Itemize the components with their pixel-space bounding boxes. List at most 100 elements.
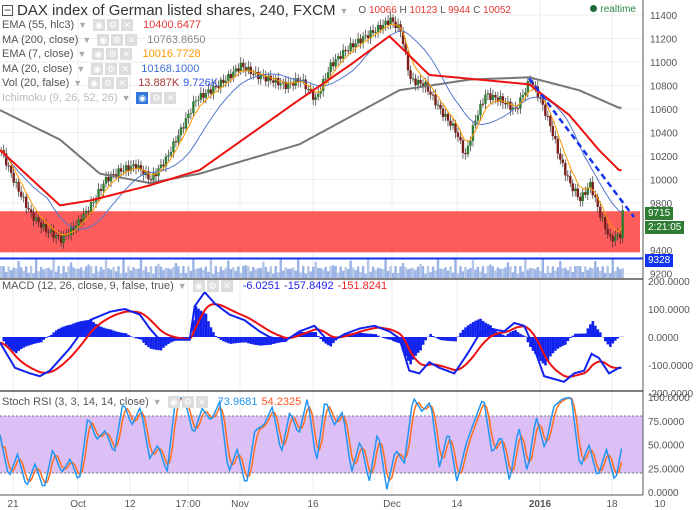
volume-bar [277,272,280,278]
candle-body [189,112,193,114]
close-icon[interactable]: ✕ [119,62,132,75]
macd-histogram-bar [446,337,450,341]
macd-histogram-bar [39,337,43,343]
volume-bar [32,273,35,278]
volume-bar [571,271,574,278]
volume-bar [369,271,372,278]
volume-bar [172,267,175,278]
macd-histogram-bar [264,337,268,346]
volume-bar [249,271,252,278]
candle-body [57,235,60,237]
volume-bar [596,267,599,278]
chevron-down-icon[interactable]: ▼ [78,49,87,59]
candle-body [416,79,420,86]
eye-icon[interactable]: ◉ [167,396,180,408]
volume-bar [466,269,470,278]
candle-body [489,93,492,100]
eye-icon[interactable]: ◉ [192,280,205,292]
close-icon[interactable]: ✕ [120,48,133,60]
volume-bar [42,269,45,278]
macd-histogram-bar [99,326,103,337]
gear-icon[interactable]: ⚙ [150,91,163,104]
gear-icon[interactable]: ⚙ [102,77,115,89]
chevron-down-icon[interactable]: ▼ [82,35,91,45]
volume-bar [344,267,347,278]
volume-bar [69,262,73,278]
volume-bar [242,266,245,278]
gear-icon[interactable]: ⚙ [107,19,120,31]
volume-bar [404,267,407,278]
eye-icon[interactable]: ◉ [88,77,101,89]
close-icon[interactable]: ✕ [195,396,208,408]
gear-icon[interactable]: ⚙ [106,48,119,60]
chevron-down-icon[interactable]: ▼ [153,397,162,407]
macd-histogram-bar [581,333,585,337]
close-icon[interactable]: ✕ [125,33,138,46]
eye-icon[interactable]: ◉ [97,33,110,46]
candle-body [307,89,310,91]
legend-row[interactable]: EMA (55, hlc3) ▼ ◉ ⚙ ✕ 10400.6477 [2,19,201,31]
volume-bar [534,269,537,278]
candle-body [172,141,175,152]
legend-label: Vol (20, false) [2,77,70,89]
legend-row[interactable]: Ichimoku (9, 26, 52, 26) ▼ ◉ ⚙ ✕ [2,91,182,104]
gear-icon[interactable]: ⚙ [181,396,194,408]
candle-body [169,151,173,156]
candle-body [449,120,452,126]
close-icon[interactable]: ✕ [164,91,177,104]
candle-body [97,188,100,199]
gear-icon[interactable]: ⚙ [111,33,124,46]
candle-body [544,104,547,116]
close-icon[interactable]: ✕ [121,19,134,31]
volume-bar [257,268,260,278]
legend-row[interactable]: Vol (20, false) ▼ ◉ ⚙ ✕ 13.887K 9.726K [2,77,218,89]
volume-bar [496,267,500,278]
volume-bar [439,268,442,278]
macd-histogram-bar [454,337,457,342]
volume-bar [104,259,108,278]
candle-body [162,164,165,167]
chevron-down-icon[interactable]: ▼ [122,93,131,103]
volume-bar [546,266,550,278]
eye-icon[interactable]: ◉ [93,19,106,31]
volume-bar [471,259,475,278]
close-icon[interactable]: ✕ [220,280,233,292]
volume-bar [294,270,297,278]
macd-legend[interactable]: MACD (12, 26, close, 9, false, true) ▼ ◉ ⚙ ✕… [2,280,387,292]
candle-body [127,165,130,171]
volume-bar [316,267,320,278]
chevron-down-icon[interactable]: ▼ [78,20,87,30]
volume-bar [274,266,277,278]
chevron-down-icon[interactable]: ▼ [339,6,348,16]
close-icon[interactable]: ✕ [116,77,129,89]
chevron-down-icon[interactable]: ▼ [178,281,187,291]
chevron-down-icon[interactable]: ▼ [73,78,82,88]
chevron-down-icon[interactable]: ▼ [76,64,85,74]
legend-row[interactable]: MA (20, close) ▼ ◉ ⚙ ✕ 10168.1000 [2,62,200,75]
candle-body [334,59,337,67]
candle-body [566,175,569,177]
macd-histogram-bar [314,332,318,337]
price-tick-label: 10000 [650,176,678,187]
macd-histogram-bar [576,333,580,337]
gear-icon[interactable]: ⚙ [105,62,118,75]
eye-icon[interactable]: ◉ [136,91,149,104]
stoch-legend[interactable]: Stoch RSI (3, 3, 14, 14, close) ▼ ◉ ⚙ ✕ 73.96… [2,396,301,408]
legend-value: 10168.1000 [141,62,200,75]
legend-row[interactable]: MA (200, close) ▼ ◉ ⚙ ✕ 10763.8650 [2,33,205,46]
macd-histogram-bar [164,337,168,346]
macd-histogram-bar [611,337,615,344]
volume-bar [14,268,18,278]
eye-icon[interactable]: ◉ [92,48,105,60]
legend-row[interactable]: EMA (7, close) ▼ ◉ ⚙ ✕ 10016.7728 [2,48,201,60]
candle-body [331,62,335,67]
collapse-icon[interactable]: − [2,4,13,16]
volume-bar [501,268,505,278]
legend-label: Stoch RSI (3, 3, 14, 14, close) [2,396,149,408]
candle-body [476,115,480,121]
volume-bar [539,271,542,278]
volume-bar [109,269,113,278]
gear-icon[interactable]: ⚙ [206,280,219,292]
eye-icon[interactable]: ◉ [91,62,104,75]
macd-histogram-bar [222,337,225,342]
